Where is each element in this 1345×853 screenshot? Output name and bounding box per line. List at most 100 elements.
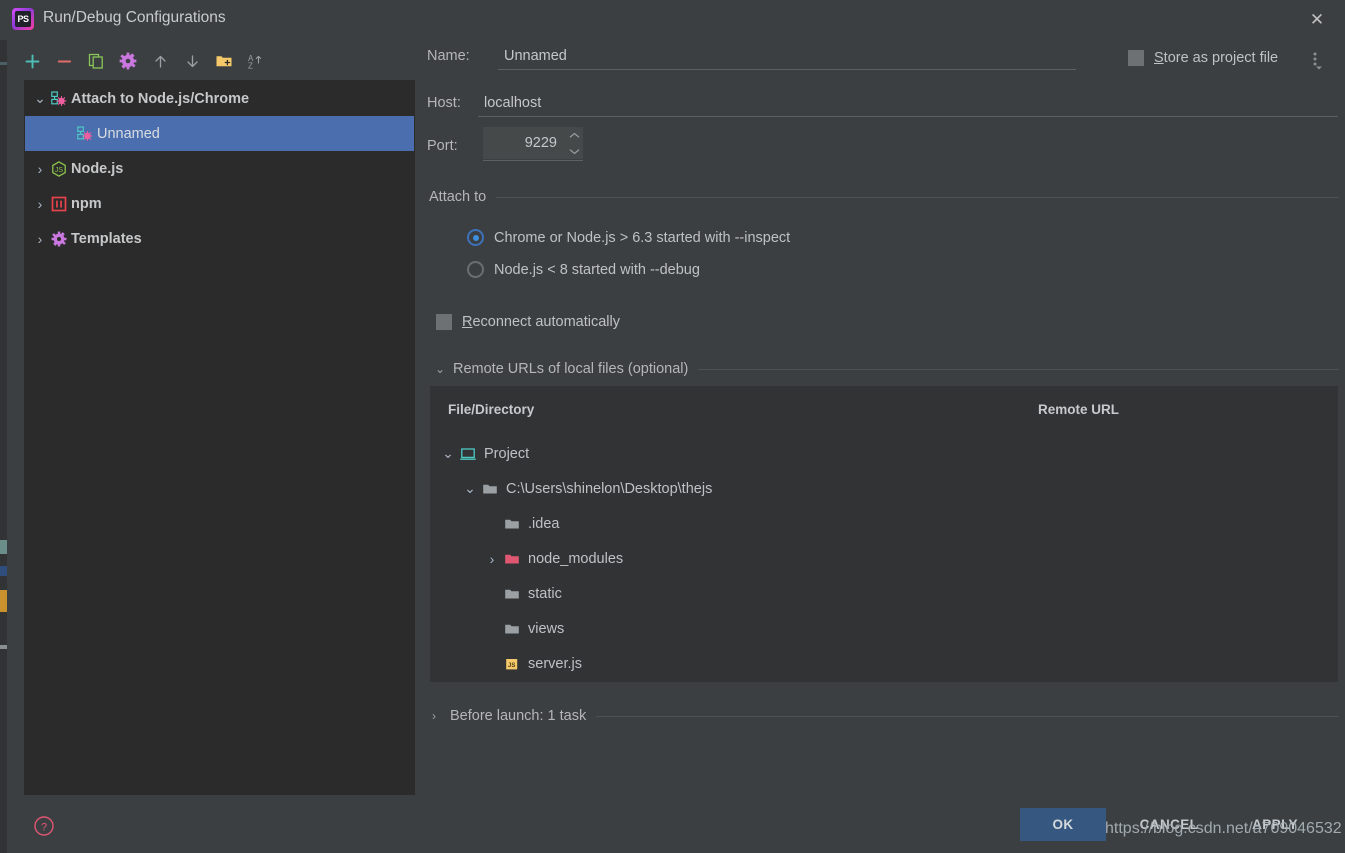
folder-excluded-icon <box>502 551 522 567</box>
before-launch-group-header[interactable]: › Before launch: 1 task <box>432 708 1338 724</box>
chevron-down-icon[interactable]: ⌄ <box>438 445 458 462</box>
remote-urls-table[interactable]: File/Directory Remote URL ⌄ Project ⌄ C:… <box>430 386 1338 682</box>
arrow-down-icon[interactable] <box>179 48 205 74</box>
radio-label: Chrome or Node.js > 6.3 started with --i… <box>494 230 790 246</box>
remove-configuration-button[interactable] <box>51 48 77 74</box>
mnemonic-letter: S <box>1154 50 1164 66</box>
cancel-button[interactable]: CANCEL <box>1126 808 1212 841</box>
checkbox-box[interactable] <box>1128 50 1144 66</box>
port-label: Port: <box>427 138 458 154</box>
store-as-project-file-label: Store as project file <box>1154 50 1278 66</box>
name-input[interactable] <box>498 44 1076 70</box>
folder-icon <box>502 621 522 637</box>
name-label: Name: <box>427 48 470 64</box>
mnemonic-letter: R <box>462 314 472 330</box>
vertical-dots-dropdown-icon[interactable] <box>1307 50 1327 72</box>
chevron-right-icon[interactable]: › <box>31 196 49 212</box>
table-row-label: static <box>528 586 562 602</box>
background-window-strip <box>0 0 7 853</box>
table-row-label: .idea <box>528 516 559 532</box>
remote-urls-group-header[interactable]: ⌄ Remote URLs of local files (optional) <box>435 361 1339 377</box>
config-item-templates[interactable]: › Templates <box>25 221 414 256</box>
project-monitor-icon <box>458 446 478 462</box>
port-stepper-up[interactable] <box>565 127 583 143</box>
column-header-file-directory: File/Directory <box>448 402 534 417</box>
chevron-right-icon[interactable]: › <box>482 551 502 567</box>
table-row-views[interactable]: views <box>482 611 564 646</box>
checkbox-box[interactable] <box>436 314 452 330</box>
port-stepper[interactable] <box>565 127 583 159</box>
copy-configuration-button[interactable] <box>83 48 109 74</box>
store-as-project-file-checkbox[interactable]: Store as project file <box>1128 50 1278 66</box>
folder-icon <box>502 586 522 602</box>
folder-plus-icon[interactable] <box>211 48 237 74</box>
table-row-static[interactable]: static <box>482 576 562 611</box>
dialog-titlebar: PS Run/Debug Configurations ✕ <box>7 0 1345 40</box>
port-input[interactable] <box>483 127 565 159</box>
column-header-remote-url: Remote URL <box>1038 402 1119 417</box>
run-debug-configurations-dialog: PS Run/Debug Configurations ✕ <box>7 0 1345 853</box>
chevron-right-icon[interactable]: › <box>432 709 450 723</box>
chevron-down-icon[interactable]: ⌄ <box>460 480 480 497</box>
config-item-unnamed[interactable]: Unnamed <box>25 116 414 151</box>
table-row-label: Project <box>484 446 529 462</box>
phpstorm-icon: PS <box>12 8 34 30</box>
table-row-label: server.js <box>528 656 582 672</box>
host-label: Host: <box>427 95 461 111</box>
label-rest: tore as project file <box>1164 50 1278 66</box>
table-row-server-js[interactable]: JS server.js <box>482 646 582 681</box>
table-row-label: C:\Users\shinelon\Desktop\thejs <box>506 481 712 497</box>
table-row-project[interactable]: ⌄ Project <box>438 436 529 471</box>
radio-chrome-or-nodejs-inspect[interactable]: Chrome or Node.js > 6.3 started with --i… <box>467 229 790 246</box>
nodejs-icon: JS <box>49 161 69 177</box>
javascript-file-icon: JS <box>502 656 522 672</box>
reconnect-automatically-checkbox[interactable]: Reconnect automatically <box>436 314 620 330</box>
attach-to-group-header: Attach to <box>429 189 1339 205</box>
dialog-footer-buttons: OK CANCEL APPLY <box>1020 808 1318 841</box>
config-item-label: Unnamed <box>97 126 160 142</box>
port-field-wrapper <box>483 127 583 161</box>
config-item-npm[interactable]: › npm <box>25 186 414 221</box>
attach-to-group-title: Attach to <box>429 189 496 205</box>
apply-button[interactable]: APPLY <box>1232 808 1318 841</box>
help-question-icon[interactable]: ? <box>33 815 55 837</box>
radio-button[interactable] <box>467 229 484 246</box>
svg-text:JS: JS <box>55 167 64 174</box>
gear-icon <box>49 231 69 247</box>
radio-button[interactable] <box>467 261 484 278</box>
table-row-label: views <box>528 621 564 637</box>
attach-debug-icon <box>49 91 69 107</box>
close-icon[interactable]: ✕ <box>1305 8 1329 32</box>
sort-az-icon[interactable]: A Z <box>243 48 269 74</box>
port-stepper-down[interactable] <box>565 143 583 159</box>
attach-debug-icon <box>75 126 95 142</box>
group-divider <box>596 716 1338 717</box>
reconnect-automatically-label: Reconnect automatically <box>462 314 620 330</box>
group-divider <box>698 369 1339 370</box>
svg-text:?: ? <box>41 821 47 833</box>
svg-text:JS: JS <box>508 663 515 669</box>
tree-spacer <box>31 126 49 142</box>
chevron-down-icon[interactable]: ⌄ <box>31 91 49 107</box>
folder-icon <box>502 516 522 532</box>
gear-icon[interactable] <box>115 48 141 74</box>
add-configuration-button[interactable] <box>19 48 45 74</box>
table-row-node-modules[interactable]: › node_modules <box>482 541 623 576</box>
chevron-right-icon[interactable]: › <box>31 161 49 177</box>
group-divider <box>496 197 1339 198</box>
dialog-title: Run/Debug Configurations <box>43 9 226 27</box>
phpstorm-icon-label: PS <box>15 11 31 27</box>
config-item-nodejs[interactable]: › JS Node.js <box>25 151 414 186</box>
chevron-right-icon[interactable]: › <box>31 231 49 247</box>
configurations-list[interactable]: ⌄ Attach to Node.js/Chrome <box>24 80 415 795</box>
table-row-project-path[interactable]: ⌄ C:\Users\shinelon\Desktop\thejs <box>460 471 712 506</box>
chevron-down-icon[interactable]: ⌄ <box>435 362 453 376</box>
ok-button[interactable]: OK <box>1020 808 1106 841</box>
config-item-label: Templates <box>71 231 142 247</box>
config-item-attach-to-nodejs-chrome[interactable]: ⌄ Attach to Node.js/Chrome <box>25 81 414 116</box>
table-row-idea[interactable]: .idea <box>482 506 559 541</box>
host-input[interactable] <box>478 91 1338 117</box>
config-item-label: npm <box>71 196 102 212</box>
radio-nodejs-lt-8-debug[interactable]: Node.js < 8 started with --debug <box>467 261 700 278</box>
arrow-up-icon[interactable] <box>147 48 173 74</box>
